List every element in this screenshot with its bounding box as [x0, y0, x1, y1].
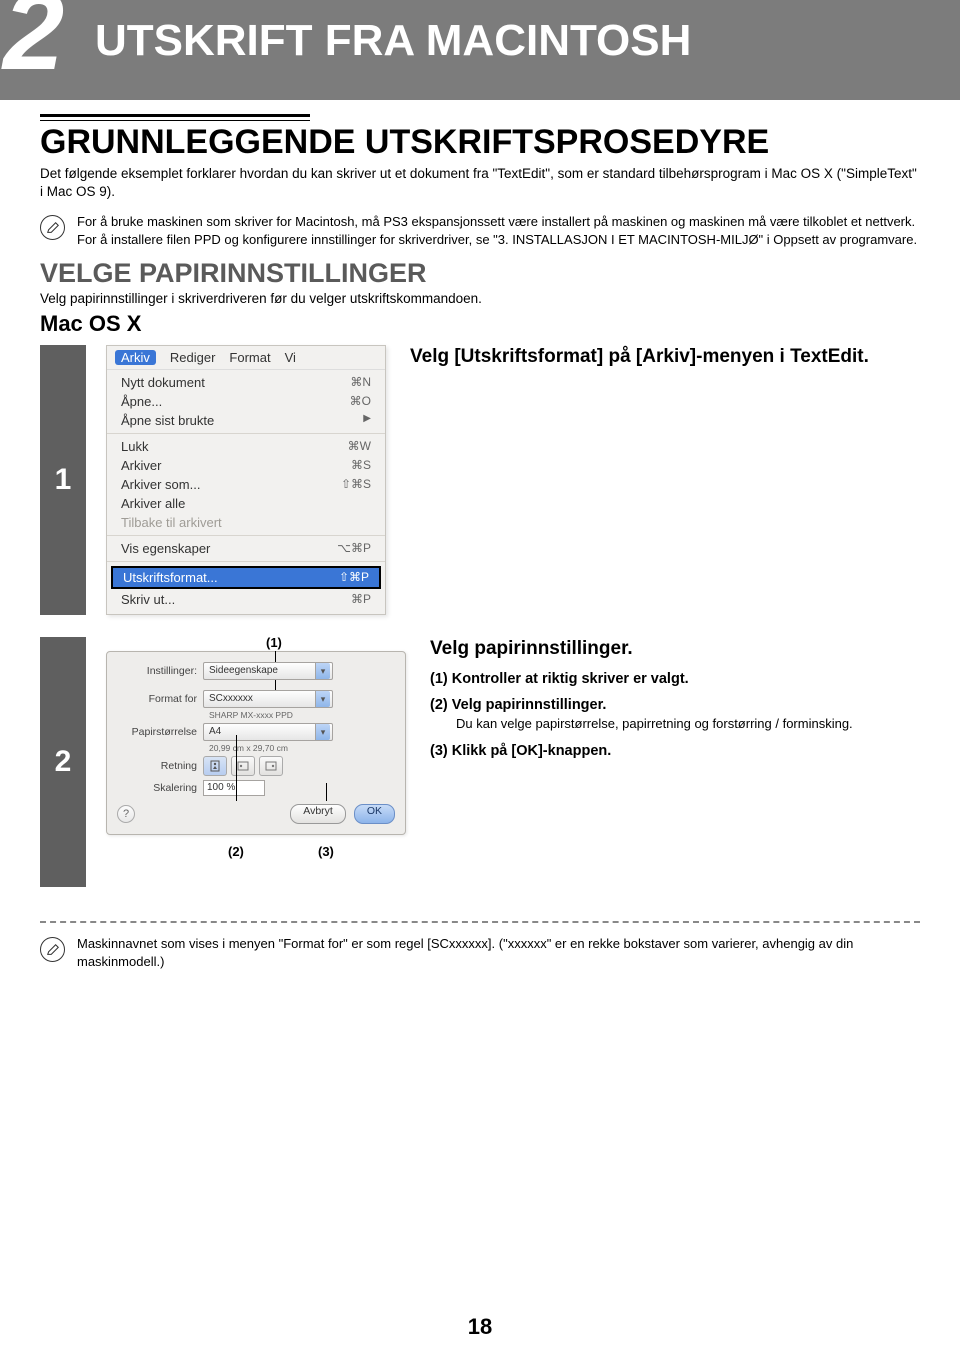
menu-item[interactable]: Nytt dokument⌘N	[107, 373, 385, 392]
menu-item[interactable]: Arkiver som...⇧⌘S	[107, 475, 385, 494]
ok-button[interactable]: OK	[354, 804, 395, 824]
dashed-separator	[40, 921, 920, 923]
step-1-number: 1	[40, 345, 86, 615]
label-retning: Retning	[117, 760, 203, 772]
step-2-item-2: (2) Velg papirinnstillinger.	[430, 697, 920, 713]
menu-item[interactable]: Åpne...⌘O	[107, 392, 385, 411]
menu-item[interactable]: Lukk⌘W	[107, 437, 385, 456]
chapter-title: UTSKRIFT FRA MACINTOSH	[95, 16, 691, 66]
step-2: 2 (1) Instillinger:Sideegenskape Format …	[40, 637, 920, 887]
cancel-button[interactable]: Avbryt	[290, 804, 346, 824]
menu-item[interactable]: Skriv ut...⌘P	[107, 590, 385, 609]
orientation-landscape-left[interactable]	[231, 756, 255, 776]
menubar: Arkiv Rediger Format Vi	[107, 346, 385, 370]
subsection-sub: Velg papirinnstillinger i skriverdrivere…	[40, 291, 920, 306]
step-2-title: Velg papirinnstillinger.	[430, 637, 920, 661]
select-format-for[interactable]: SCxxxxxx	[203, 690, 333, 708]
chapter-number: 2	[3, 0, 62, 95]
pencil-icon	[40, 215, 65, 240]
step-2-item-2-body: Du kan velge papirstørrelse, papirretnin…	[456, 715, 920, 733]
note-2-text: Maskinnavnet som vises i menyen "Format …	[77, 935, 920, 970]
menu-item[interactable]: Arkiver alle	[107, 494, 385, 513]
section-intro: Det følgende eksemplet forklarer hvordan…	[40, 165, 920, 201]
select-papirstorrelse[interactable]: A4	[203, 723, 333, 741]
menu-rediger[interactable]: Rediger	[170, 350, 216, 365]
section-rule	[40, 114, 310, 121]
label-innstillinger: Instillinger:	[117, 665, 203, 677]
menu-arkiv[interactable]: Arkiv	[115, 350, 156, 365]
pencil-icon	[40, 937, 65, 962]
dialog-screenshot: (1) Instillinger:Sideegenskape Format fo…	[106, 637, 406, 835]
label-format-for: Format for	[117, 693, 203, 705]
input-skalering[interactable]: 100 %	[203, 780, 265, 796]
note-text: For å bruke maskinen som skriver for Mac…	[77, 213, 920, 248]
callout-3: (3)	[318, 844, 334, 859]
menu-item-disabled: Tilbake til arkivert	[107, 513, 385, 532]
menu-item[interactable]: Åpne sist brukte▶	[107, 411, 385, 430]
menu-item[interactable]: Vis egenskaper⌥⌘P	[107, 539, 385, 558]
callout-line	[326, 783, 327, 801]
select-innstillinger[interactable]: Sideegenskape	[203, 662, 333, 680]
label-papirstorrelse: Papirstørrelse	[117, 726, 203, 738]
subsection-title: VELGE PAPIRINNSTILLINGER	[40, 258, 920, 289]
section-title: GRUNNLEGGENDE UTSKRIFTSPROSEDYRE	[40, 125, 920, 161]
os-heading: Mac OS X	[40, 311, 920, 337]
menu-item[interactable]: Arkiver⌘S	[107, 456, 385, 475]
orientation-landscape-right[interactable]	[259, 756, 283, 776]
step-1: 1 Arkiv Rediger Format Vi Nytt dokument⌘…	[40, 345, 920, 615]
callout-2: (2)	[228, 844, 244, 859]
menu-screenshot: Arkiv Rediger Format Vi Nytt dokument⌘N …	[106, 345, 386, 615]
step-2-number: 2	[40, 637, 86, 887]
label-skalering: Skalering	[117, 782, 203, 794]
format-note: SHARP MX-xxxx PPD	[209, 710, 395, 720]
callout-1: (1)	[266, 635, 282, 650]
menu-item-highlighted[interactable]: Utskriftsformat...⇧⌘P	[111, 566, 381, 589]
callout-line	[236, 735, 237, 801]
step-1-title: Velg [Utskriftsformat] på [Arkiv]-menyen…	[410, 345, 920, 369]
chapter-header: 2 UTSKRIFT FRA MACINTOSH	[0, 0, 960, 100]
step-2-item-1: (1) Kontroller at riktig skriver er valg…	[430, 671, 920, 687]
note-block: For å bruke maskinen som skriver for Mac…	[40, 213, 920, 248]
page-number: 18	[0, 1314, 960, 1340]
step-2-item-3: (3) Klikk på [OK]-knappen.	[430, 743, 920, 759]
note-block-2: Maskinnavnet som vises i menyen "Format …	[40, 935, 920, 970]
menu-format[interactable]: Format	[229, 350, 270, 365]
menu-vi[interactable]: Vi	[285, 350, 296, 365]
orientation-portrait[interactable]	[203, 756, 227, 776]
help-button[interactable]: ?	[117, 805, 135, 823]
